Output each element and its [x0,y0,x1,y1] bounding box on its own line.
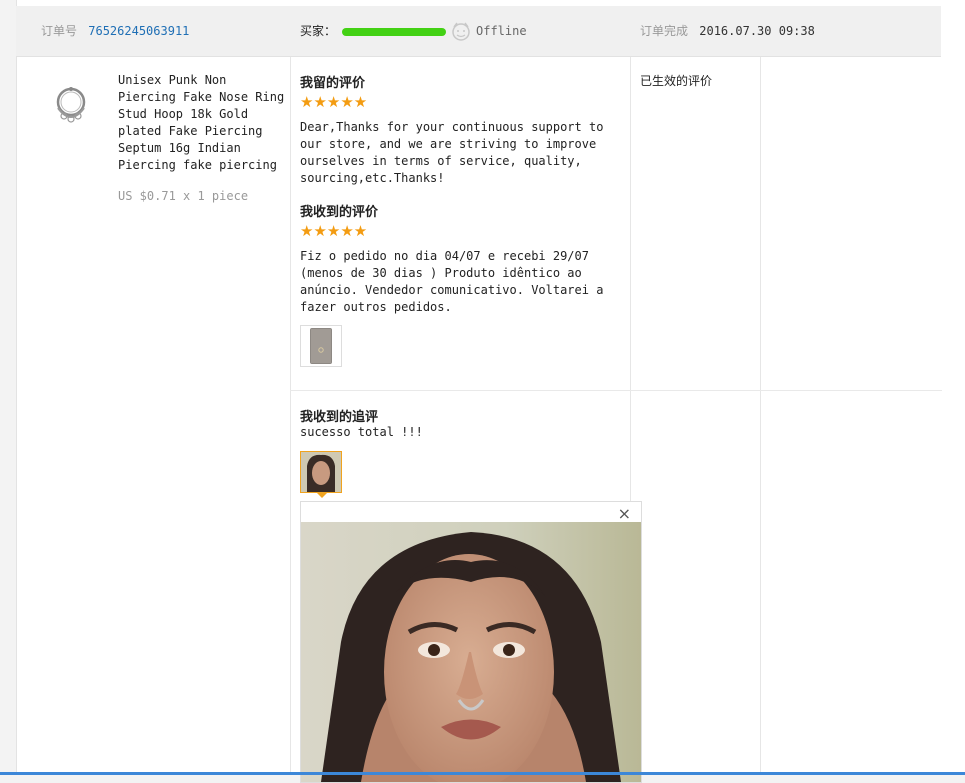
order-number-label: 订单号 [41,24,78,38]
selfie-thumbnail-image [301,452,341,492]
followup-review-text: sucesso total !!! [300,425,423,439]
followup-photo-thumbnail[interactable] [300,451,342,493]
product-photo-image [310,328,332,364]
effective-review-label: 已生效的评价 [640,74,713,88]
my-review-title: 我留的评价 [300,76,366,91]
photo-viewer: × [300,501,642,783]
column-divider [290,57,291,772]
received-review-stars: ★★★★★ [300,222,368,240]
followup-review-title: 我收到的追评 [300,410,379,425]
product-price: US $0.71 x 1 piece [118,189,249,203]
wangwang-icon[interactable] [451,21,471,44]
buyer-name-redacted [342,28,446,36]
column-divider [760,57,761,772]
order-header: 订单号 76526245063911 买家： Offline 订单完成 2016… [16,6,941,57]
order-completed-time: 2016.07.30 09:38 [699,24,815,38]
row-divider [290,390,942,391]
product-thumbnail[interactable] [46,80,96,133]
product-name[interactable]: Unisex Punk Non Piercing Fake Nose Ring … [118,72,288,174]
received-review-text: Fiz o pedido no dia 04/07 e recebi 29/07… [300,249,604,314]
close-icon[interactable]: × [618,504,631,523]
my-review-text: Dear,Thanks for your continuous support … [300,120,604,185]
selfie-photo-image [301,522,641,782]
buyer-status: Offline [476,24,527,38]
order-number-link[interactable]: 76526245063911 [88,24,189,38]
received-review-title: 我收到的评价 [300,205,379,220]
my-review-stars: ★★★★★ [300,93,368,111]
review-photo-thumbnail[interactable] [300,325,342,367]
buyer-label: 买家： [300,24,337,38]
thumbnail-pointer [316,492,328,498]
nose-ring-icon [56,87,86,123]
order-completed-label: 订单完成 [640,24,689,38]
